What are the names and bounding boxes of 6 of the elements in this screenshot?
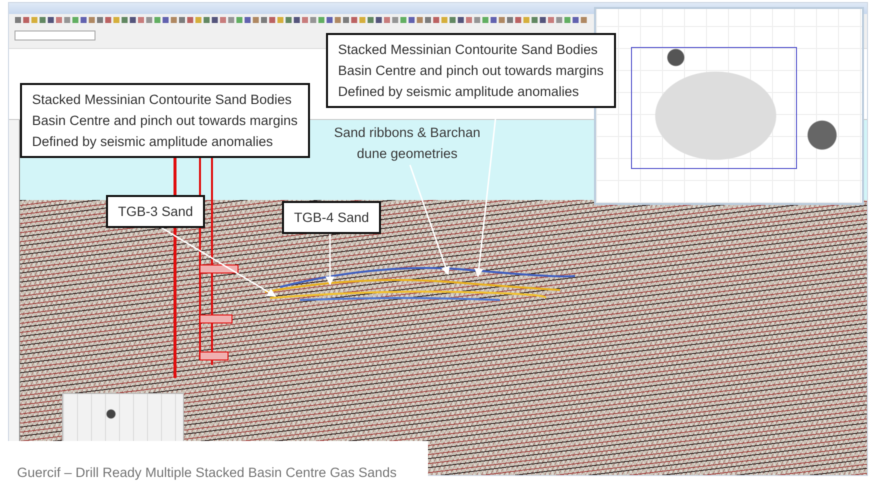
annotation-text: Sand ribbons & Barchan dune geometries <box>334 124 480 163</box>
label-text: TGB-3 Sand <box>106 195 206 228</box>
caption-text: Guercif – Drill Ready Multiple Stacked Basin Centre Gas Sands <box>17 464 397 480</box>
annotation-text: Stacked Messinian Contourite Sand Bodies Basin Centre and pinch out towards margins Defined by seismic amplitude anomalies <box>326 33 616 108</box>
label-text: TGB-4 Sand <box>282 201 382 234</box>
annotation-text: Stacked Messinian Contourite Sand Bodies Basin Centre and pinch out towards margins Defined by seismic amplitude anomalies <box>20 83 310 158</box>
